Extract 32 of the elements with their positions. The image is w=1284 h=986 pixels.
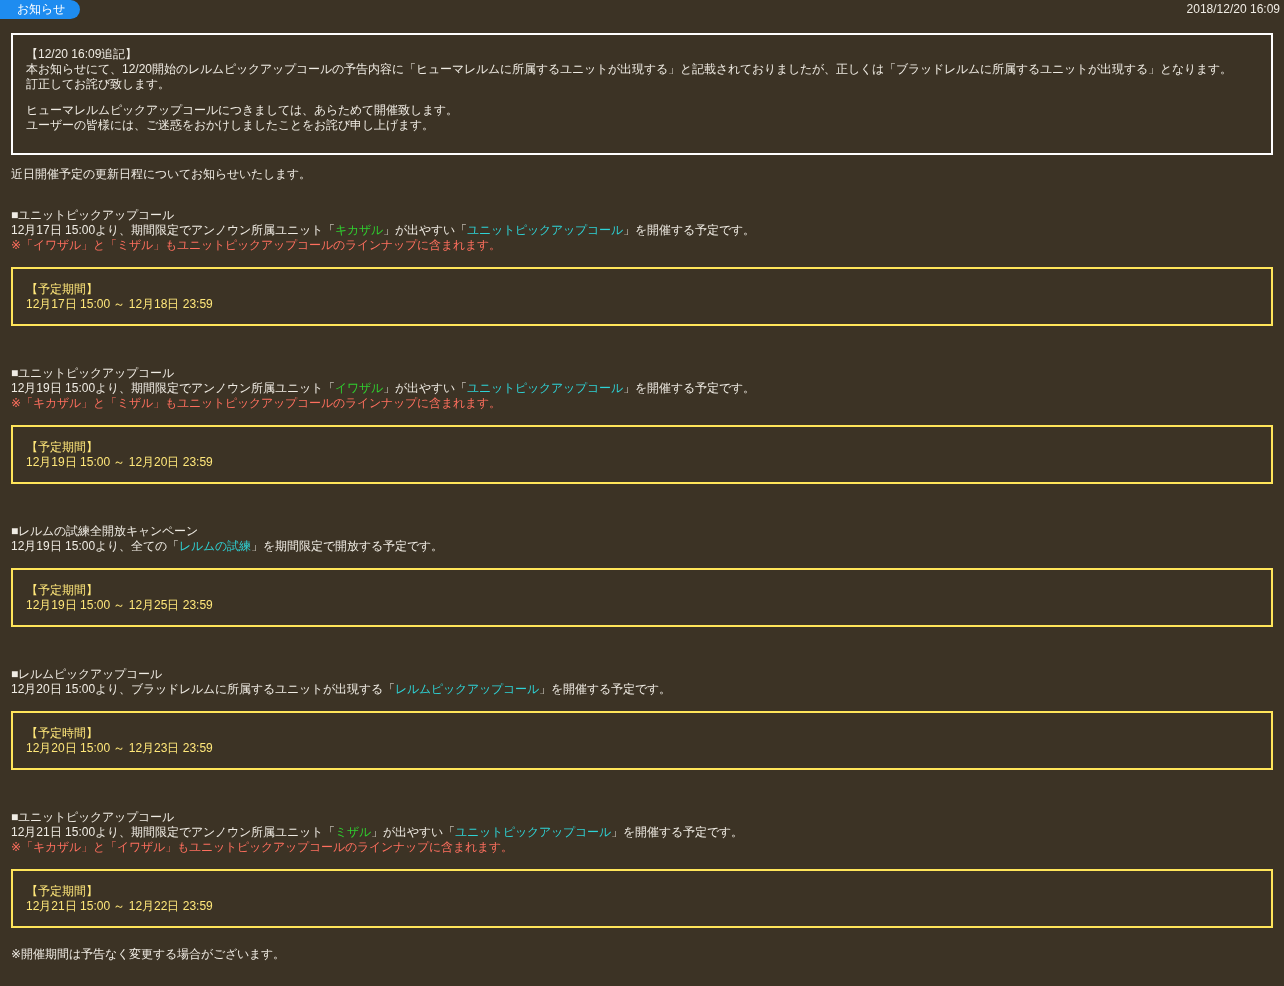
section-description: 12月21日 15:00より、期間限定でアンノウン所属ユニット「ミザル」が出やすい「ユニットピックアップコール」を開催する予定です。 [11,825,745,840]
period-label: 【予定期間】 [26,884,99,899]
section-note: ※「キカザル」と「イワザル」もユニットピックアップコールのラインナップに含まれます。 [11,840,515,855]
period-range: 12月20日 15:00 ～ 12月23日 23:59 [26,741,214,756]
section-title: ■ユニットピックアップコール [11,810,176,825]
section-description: 12月17日 15:00より、期間限定でアンノウン所属ユニット「キカザル」が出やすい「ユニットピックアップコール」を開催する予定です。 [11,223,757,238]
section-title: ■レルムピックアップコール [11,667,164,682]
section-description: 12月19日 15:00より、期間限定でアンノウン所属ユニット「イワザル」が出やすい「ユニットピックアップコール」を開催する予定です。 [11,381,757,396]
section-note: ※「イワザル」と「ミザル」もユニットピックアップコールのラインナップに含まれます。 [11,238,503,253]
section-title: ■ユニットピックアップコール [11,366,176,381]
notice-text: ユーザーの皆様には、ご迷惑をおかけしましたことをお詫び申し上げます。 [26,118,435,133]
section-title: ■レルムの試練全開放キャンペーン [11,524,200,539]
footer-note: ※開催期間は予告なく変更する場合がございます。 [11,947,287,962]
period-label: 【予定期間】 [26,583,99,598]
period-range: 12月17日 15:00 ～ 12月18日 23:59 [26,297,214,312]
section-description: 12月20日 15:00より、ブラッドレルムに所属するユニットが出現する「レルムピックアップコール」を開催する予定です。 [11,682,673,697]
period-label: 【予定期間】 [26,282,99,297]
period-label: 【予定期間】 [26,440,99,455]
notice-text: 本お知らせにて、12/20開始のレルムピックアップコールの予告内容に「ヒューマレルムに所属するユニットが出現する」と記載されておりましたが、正しくは「ブラッドレルムに所属するユニットが出現する」となります。 [26,62,1234,77]
period-range: 12月19日 15:00 ～ 12月25日 23:59 [26,598,214,613]
post-date: 2018/12/20 16:09 [1186,1,1281,17]
notice-text: 訂正してお詫び致します。 [26,77,171,92]
period-range: 12月19日 15:00 ～ 12月20日 23:59 [26,455,214,470]
notice-text: 【12/20 16:09追記】 [26,47,139,62]
notice-text: ヒューマレルムピックアップコールにつきましては、あらためて開催致します。 [26,103,459,118]
category-badge: お知らせ [0,0,80,19]
period-range: 12月21日 15:00 ～ 12月22日 23:59 [26,899,214,914]
section-note: ※「キカザル」と「ミザル」もユニットピックアップコールのラインナップに含まれます。 [11,396,503,411]
intro-text: 近日開催予定の更新日程についてお知らせいたします。 [11,167,312,182]
period-label: 【予定時間】 [26,726,99,741]
section-title: ■ユニットピックアップコール [11,208,176,223]
section-description: 12月19日 15:00より、全ての「レルムの試練」を期間限定で開放する予定です。 [11,539,445,554]
